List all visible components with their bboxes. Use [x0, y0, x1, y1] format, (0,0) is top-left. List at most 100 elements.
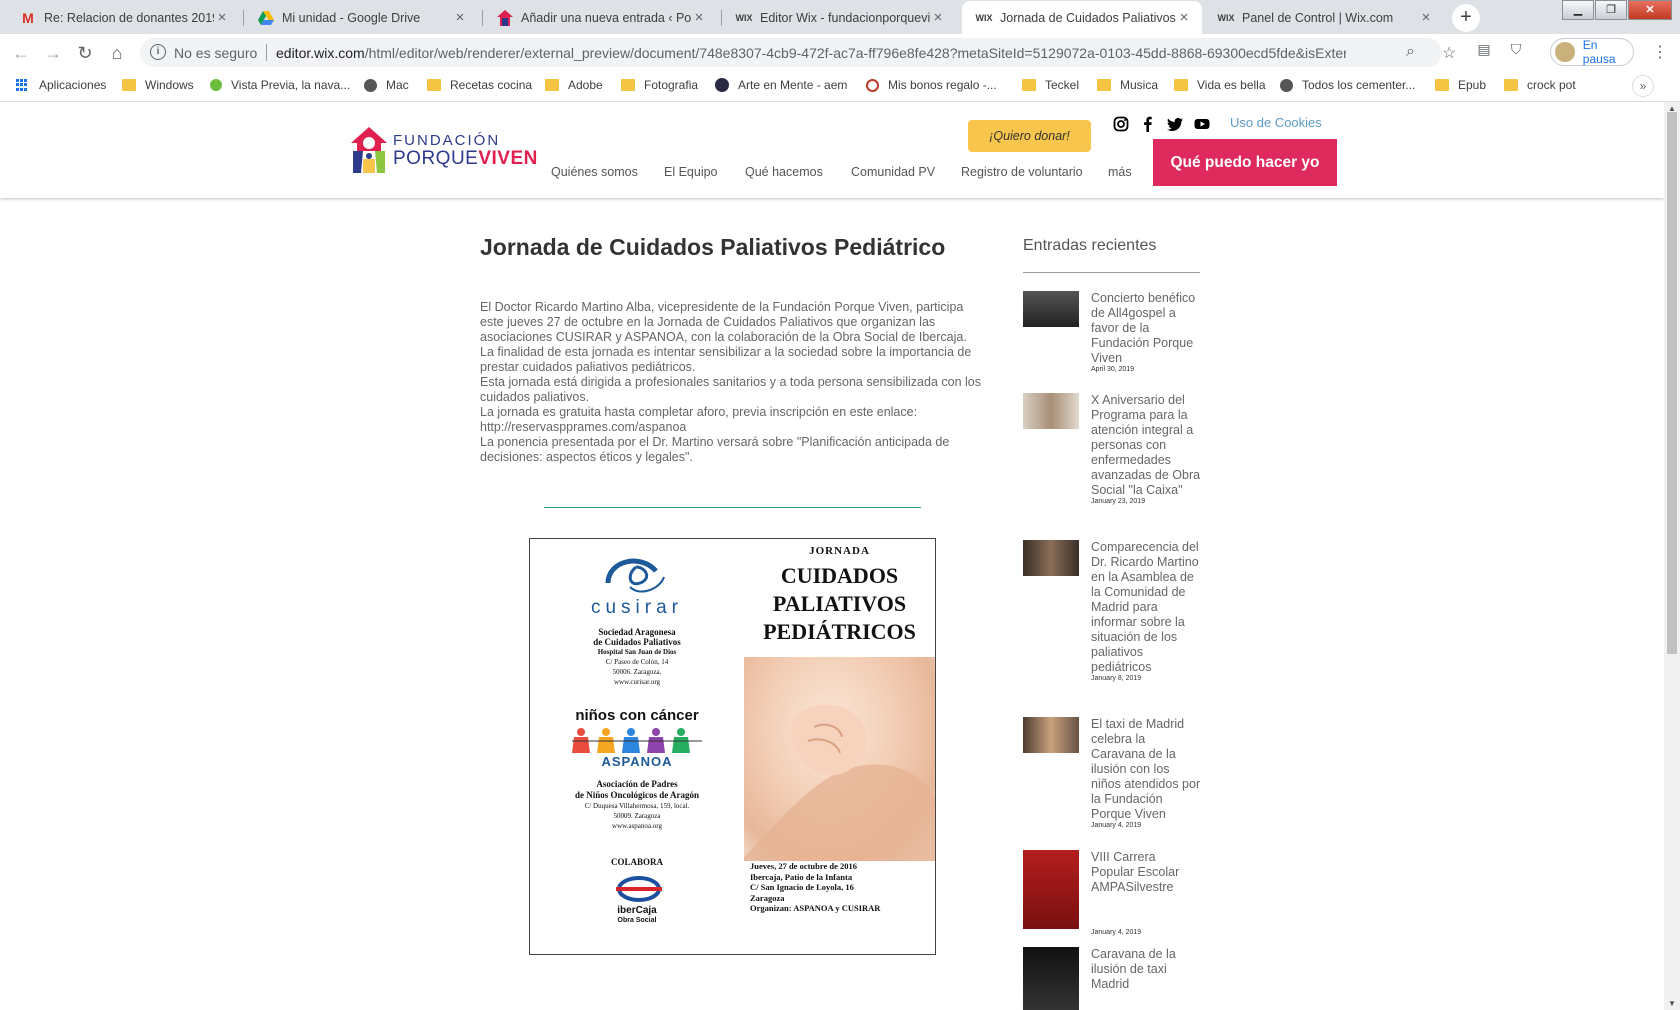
bookmarks-overflow-icon[interactable]: » [1632, 75, 1654, 97]
reload-icon[interactable]: ↻ [72, 40, 98, 66]
bookmark-item[interactable]: Fotografia [621, 78, 698, 92]
poster-text: C/ San Ignacio de Loyola, 16 [750, 882, 854, 892]
recent-post-title[interactable]: El taxi de Madrid celebra la Caravana de… [1091, 717, 1201, 822]
close-tab-icon[interactable]: × [1418, 9, 1434, 26]
post-thumbnail[interactable] [1023, 291, 1079, 327]
url-path: /html/editor/web/renderer/external_previ… [364, 45, 1346, 61]
facebook-icon[interactable] [1140, 116, 1156, 132]
recent-post-item[interactable]: Comparecencia del Dr. Ricardo Martino en… [1023, 540, 1213, 705]
back-icon[interactable]: ← [8, 40, 34, 66]
post-thumbnail[interactable] [1023, 717, 1079, 753]
recent-post-date: January 4, 2019 [1091, 822, 1142, 829]
close-tab-icon[interactable]: × [691, 9, 707, 26]
tab-gmail[interactable]: M Re: Relacion de donantes 2019 - × [6, 1, 240, 34]
nav-que-hacemos[interactable]: Qué hacemos [745, 165, 823, 179]
poster-text: Obra Social [617, 917, 657, 924]
poster-text: Hospital San Juan de Dios [597, 648, 677, 656]
bookmark-item[interactable]: crock pot [1504, 78, 1576, 92]
site-logo[interactable]: FUNDACIÓN PORQUEVIVEN [351, 127, 538, 173]
post-thumbnail[interactable] [1023, 850, 1079, 929]
recent-post-item[interactable]: X Aniversario del Programa para la atenc… [1023, 393, 1213, 528]
cookies-link[interactable]: Uso de Cookies [1230, 115, 1322, 130]
bookmark-label: Teckel [1045, 78, 1080, 92]
tab-title: Panel de Control | Wix.com [1242, 10, 1394, 25]
bookmark-item[interactable]: Vista Previa, la nava... [210, 78, 350, 92]
twitter-icon[interactable] [1167, 116, 1183, 132]
instagram-icon[interactable] [1113, 116, 1129, 132]
url-text[interactable]: editor.wix.com/html/editor/web/renderer/… [276, 45, 1346, 61]
registration-link[interactable]: http://reservaspprames.com/aspanoa [480, 420, 986, 435]
tab-title: Editor Wix - fundacionporquevi [760, 10, 930, 25]
scrollbar-thumb[interactable] [1667, 112, 1677, 654]
scroll-down-icon[interactable]: ▼ [1668, 999, 1676, 1008]
extension-icon[interactable]: ▤ [1474, 41, 1494, 61]
poster-text: de Cuidados Paliativos [593, 637, 681, 647]
home-icon[interactable]: ⌂ [104, 40, 130, 66]
close-tab-icon[interactable]: × [1176, 9, 1192, 26]
bookmark-label: Adobe [568, 78, 603, 92]
menu-icon[interactable]: ⋮ [1652, 42, 1668, 62]
tab-wix-editor[interactable]: WIX Editor Wix - fundacionporquevi × [722, 1, 956, 34]
recent-post-title[interactable]: Comparecencia del Dr. Ricardo Martino en… [1091, 540, 1201, 675]
ninos-con-cancer-logo: niños con cáncer [575, 707, 699, 724]
post-paragraph: Esta jornada está dirigida a profesional… [480, 375, 981, 404]
tab-new-entry[interactable]: Añadir una nueva entrada ‹ Porq × [483, 1, 717, 34]
page-scrollbar[interactable]: ▲ ▼ [1664, 102, 1680, 1010]
nav-el-equipo[interactable]: El Equipo [664, 165, 718, 179]
bookmark-item[interactable]: Todos los cementer... [1280, 78, 1415, 92]
folder-icon [1435, 79, 1449, 91]
bookmark-item[interactable]: Teckel [1022, 78, 1079, 92]
post-thumbnail[interactable] [1023, 393, 1079, 429]
bookmark-item[interactable]: Musica [1097, 78, 1158, 92]
bookmark-item[interactable]: Windows [122, 78, 194, 92]
post-body: El Doctor Ricardo Martino Alba, vicepres… [480, 300, 986, 465]
bookmark-item[interactable]: Vida es bella [1174, 78, 1266, 92]
tab-title: Añadir una nueva entrada ‹ Porq [521, 10, 691, 25]
logo-text-b: VIVEN [478, 148, 538, 169]
bookmark-item[interactable]: Recetas cocina [427, 78, 532, 92]
nav-registro-voluntario[interactable]: Registro de voluntario [961, 165, 1083, 179]
tab-jornada[interactable]: WIX Jornada de Cuidados Paliativos P × [962, 1, 1202, 34]
bookmark-item[interactable]: Mac [364, 78, 409, 92]
minimize-icon[interactable]: ▁ [1562, 0, 1594, 20]
poster-text: de Niños Oncológicos de Aragón [574, 790, 699, 800]
poster-headline: PALIATIVOS [772, 591, 907, 616]
maximize-icon[interactable]: ❐ [1595, 0, 1627, 20]
tab-wix-dashboard[interactable]: WIX Panel de Control | Wix.com × [1204, 1, 1444, 34]
donate-button[interactable]: ¡Quiero donar! [968, 120, 1091, 152]
recent-post-title[interactable]: Concierto benéfico de All4gospel a favor… [1091, 291, 1201, 366]
recent-post-title[interactable]: Caravana de la ilusión de taxi Madrid [1091, 947, 1201, 992]
zoom-icon[interactable]: ⌕ [1406, 43, 1415, 61]
tab-drive[interactable]: Mi unidad - Google Drive × [244, 1, 478, 34]
bookmark-item[interactable]: Adobe [545, 78, 603, 92]
recent-post-item[interactable]: El taxi de Madrid celebra la Caravana de… [1023, 717, 1213, 829]
new-tab-button[interactable]: + [1452, 4, 1480, 32]
recent-post-item[interactable]: Concierto benéfico de All4gospel a favor… [1023, 291, 1213, 381]
profile-button[interactable]: En pausa [1550, 38, 1634, 66]
recent-post-item[interactable]: VIII Carrera Popular Escolar AMPASilvest… [1023, 850, 1213, 936]
nav-quienes-somos[interactable]: Quiénes somos [551, 165, 638, 179]
bookmark-item[interactable]: Arte en Mente - aem [715, 78, 847, 92]
close-tab-icon[interactable]: × [214, 9, 230, 26]
youtube-icon[interactable] [1194, 116, 1210, 132]
close-tab-icon[interactable]: × [930, 9, 946, 26]
bookmark-item[interactable]: Epub [1435, 78, 1486, 92]
shield-icon[interactable]: ⛉ [1506, 41, 1526, 61]
bookmark-item[interactable]: Mis bonos regalo -... [866, 78, 997, 92]
recent-post-item[interactable]: Caravana de la ilusión de taxi Madrid [1023, 947, 1213, 1010]
nav-mas[interactable]: más [1108, 165, 1132, 179]
nav-comunidad-pv[interactable]: Comunidad PV [851, 165, 935, 179]
bookmark-star-icon[interactable]: ☆ [1442, 43, 1456, 63]
close-window-icon[interactable]: ✕ [1628, 0, 1672, 20]
address-bar[interactable]: i No es seguro editor.wix.com/html/edito… [140, 38, 1456, 67]
forward-icon[interactable]: → [40, 40, 66, 66]
bookmark-apps[interactable]: Aplicaciones [16, 78, 106, 92]
recent-post-title[interactable]: X Aniversario del Programa para la atenc… [1091, 393, 1201, 498]
what-can-i-do-button[interactable]: Qué puedo hacer yo [1153, 139, 1337, 186]
close-tab-icon[interactable]: × [452, 9, 468, 26]
post-thumbnail[interactable] [1023, 947, 1079, 1010]
recent-post-title[interactable]: VIII Carrera Popular Escolar AMPASilvest… [1091, 850, 1201, 895]
poster-text: 50009. Zaragoza [613, 812, 661, 820]
info-icon[interactable]: i [150, 44, 166, 60]
post-thumbnail[interactable] [1023, 540, 1079, 576]
